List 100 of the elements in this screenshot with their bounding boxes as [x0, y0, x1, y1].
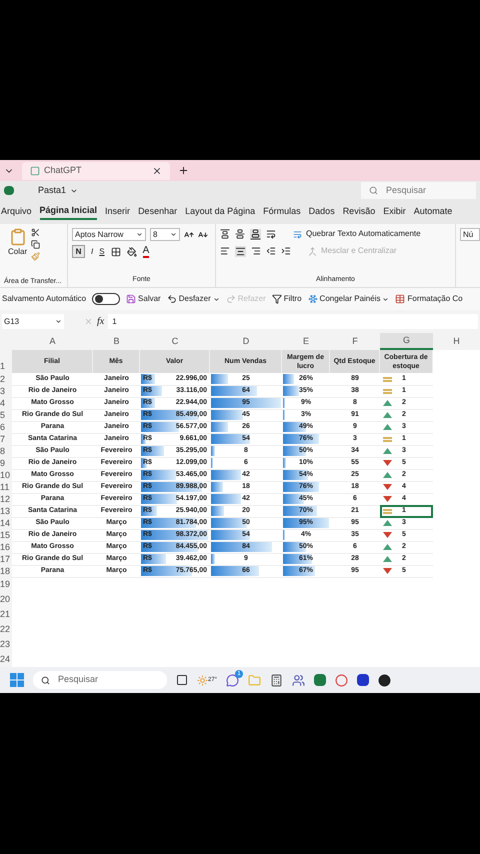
tab-favicon-icon: [30, 166, 40, 176]
align-middle-icon[interactable]: [235, 229, 245, 239]
menu-tab[interactable]: Página Inicial: [40, 204, 98, 220]
chat-icon[interactable]: [226, 674, 240, 686]
formula-input[interactable]: 1: [108, 314, 478, 329]
menu-tab[interactable]: Layout da Página: [185, 204, 256, 220]
italic-button[interactable]: I: [91, 246, 94, 258]
tab-title: ChatGPT: [44, 164, 83, 177]
shrink-font-icon[interactable]: [198, 230, 208, 240]
copy-icon[interactable]: [31, 240, 40, 249]
column-header[interactable]: C: [140, 333, 210, 350]
column-header[interactable]: B: [93, 333, 140, 350]
search-icon: [41, 676, 50, 684]
row-number: 3: [0, 385, 12, 398]
workbook-name[interactable]: Pasta1: [38, 184, 78, 198]
row-number: 8: [0, 445, 12, 458]
paste-button[interactable]: Colar: [8, 228, 28, 258]
row-number: 12: [0, 493, 12, 506]
table-icon: [395, 294, 406, 304]
freeze-panes-button[interactable]: Congelar Painéis: [308, 293, 390, 305]
align-center-icon[interactable]: [235, 246, 246, 256]
align-left-icon[interactable]: [220, 246, 230, 256]
align-top-icon[interactable]: [220, 229, 230, 239]
grow-font-icon[interactable]: [184, 230, 194, 240]
undo-icon: [166, 294, 177, 304]
row-number: 19: [0, 577, 12, 592]
font-size-field[interactable]: 8: [150, 228, 180, 241]
row-number: 1: [0, 350, 12, 373]
number-format-field[interactable]: Nú: [460, 228, 480, 241]
align-right-icon[interactable]: [251, 246, 261, 256]
app-icon[interactable]: [357, 674, 370, 686]
chevron-icon: [212, 296, 220, 302]
autosave-label: Salvamento Automático: [2, 293, 86, 305]
row-number: 5: [0, 409, 12, 422]
new-tab-icon[interactable]: [178, 165, 189, 176]
taskbar-search-field[interactable]: Pesquisar: [33, 671, 167, 689]
search-field[interactable]: Pesquisar: [361, 182, 476, 199]
row-number: 2: [0, 373, 12, 386]
merge-icon: [308, 246, 317, 256]
redo-icon: [226, 294, 236, 304]
row-number: 6: [0, 421, 12, 434]
row-number: 18: [0, 565, 12, 578]
filter-icon: [272, 294, 282, 304]
menu-tab[interactable]: Desenhar: [138, 204, 178, 220]
font-name-field[interactable]: Aptos Narrow: [72, 228, 146, 241]
formula-fx-label[interactable]: fx: [97, 314, 104, 329]
browser-tab[interactable]: ChatGPT: [22, 162, 170, 180]
row-number: 14: [0, 517, 12, 530]
underline-button[interactable]: S: [99, 246, 105, 258]
filter-button[interactable]: Filtro: [272, 293, 302, 305]
cut-icon[interactable]: [31, 228, 40, 237]
wrap-text-button[interactable]: Quebrar Texto Automaticamente: [293, 228, 421, 240]
column-header[interactable]: G: [380, 333, 433, 350]
windows-start-icon[interactable]: [10, 673, 24, 687]
row-number: 13: [0, 505, 12, 518]
menu-tab[interactable]: Arquivo: [1, 204, 32, 220]
row-number: 9: [0, 457, 12, 470]
column-header[interactable]: E: [282, 333, 330, 350]
name-box[interactable]: G13: [2, 314, 64, 329]
font-color-button[interactable]: A: [142, 246, 150, 258]
row-number: 22: [0, 622, 12, 637]
increase-indent-icon[interactable]: [281, 246, 291, 256]
close-icon[interactable]: [152, 166, 162, 176]
bold-button[interactable]: N: [72, 245, 85, 258]
save-button[interactable]: Salvar: [126, 293, 161, 305]
menu-tab[interactable]: Revisão: [342, 204, 376, 220]
chevron-icon: [136, 231, 143, 238]
row-number: 16: [0, 541, 12, 554]
menu-tab[interactable]: Dados: [308, 204, 335, 220]
autosave-toggle[interactable]: [92, 293, 120, 305]
menu-tab[interactable]: Fórmulas: [263, 204, 301, 220]
wrap-icon: [293, 230, 302, 238]
task-view-icon[interactable]: [176, 674, 188, 686]
row-number: 20: [0, 592, 12, 607]
chevron-icon: [55, 318, 62, 325]
row-number: 10: [0, 469, 12, 482]
search-icon: [369, 186, 378, 195]
align-bottom-icon[interactable]: [250, 228, 261, 240]
menu-tab[interactable]: Inserir: [105, 204, 130, 220]
fill-color-icon[interactable]: [126, 246, 137, 256]
row-number: 15: [0, 529, 12, 542]
row-number: 11: [0, 481, 12, 494]
excel-logo-icon: [4, 186, 14, 195]
borders-icon[interactable]: [110, 246, 121, 256]
chevron-icon: [170, 231, 177, 238]
column-header[interactable]: A: [12, 333, 93, 350]
team-icon[interactable]: [292, 674, 306, 686]
row-number: 7: [0, 433, 12, 446]
decrease-indent-icon[interactable]: [266, 246, 276, 256]
column-header[interactable]: D: [210, 333, 282, 350]
column-header[interactable]: H: [433, 333, 480, 350]
undo-button[interactable]: Desfazer: [166, 293, 220, 305]
row-number: 21: [0, 607, 12, 622]
sun-icon: [197, 674, 208, 686]
calculator-icon[interactable]: [270, 674, 284, 686]
conditional-format-button[interactable]: Formatação Co: [395, 293, 463, 305]
row-number: 17: [0, 553, 12, 566]
menu-tab[interactable]: Automate: [414, 204, 452, 220]
menu-tab[interactable]: Exibir: [383, 204, 406, 220]
column-header[interactable]: F: [330, 333, 380, 350]
